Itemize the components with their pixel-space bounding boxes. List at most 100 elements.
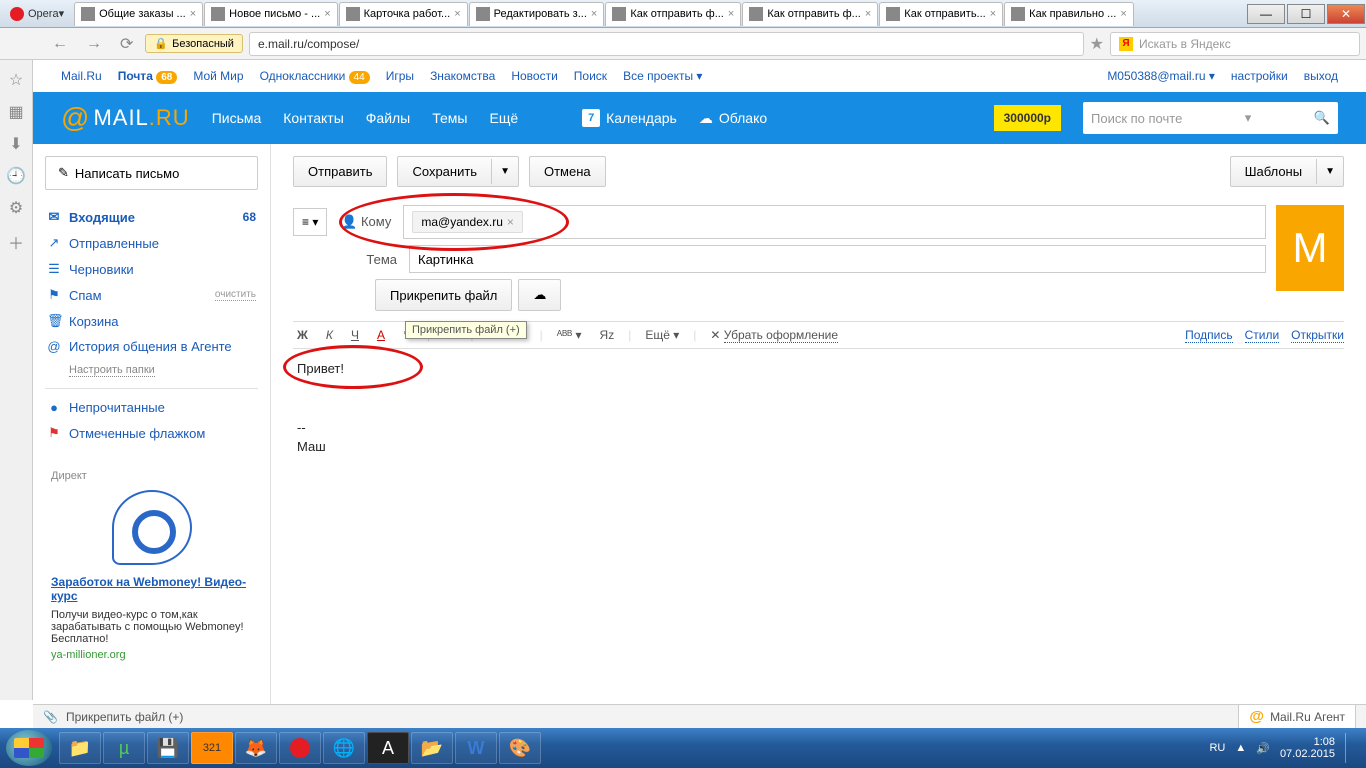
save-button[interactable]: Сохранить▼ [397, 156, 519, 187]
star-icon[interactable]: ☆ [9, 70, 23, 90]
tb-chrome[interactable]: 🌐 [323, 732, 365, 764]
money-button[interactable]: 300000р [994, 105, 1061, 131]
toplink[interactable]: Знакомства [430, 69, 495, 83]
download-icon[interactable]: ⬇ [9, 134, 22, 154]
italic-button[interactable]: К [322, 326, 337, 344]
start-button[interactable] [6, 730, 52, 766]
folder-item[interactable]: ↗Отправленные [45, 230, 258, 256]
browser-tab[interactable]: Общие заказы ...× [74, 2, 203, 26]
mail-search[interactable]: Поиск по почте ▾ 🔍 [1083, 102, 1338, 134]
header-nav-item[interactable]: Ещё [490, 110, 519, 126]
header-nav-item[interactable]: Контакты [283, 110, 343, 126]
tb-mpc[interactable]: 321 [191, 732, 233, 764]
folder-item[interactable]: @История общения в Агенте [45, 334, 258, 359]
compose-button[interactable]: ✎ Написать письмо [45, 156, 258, 190]
toplink[interactable]: Поиск [574, 69, 607, 83]
attach-status-text[interactable]: Прикрепить файл (+) [66, 710, 183, 724]
attach-cloud-button[interactable]: ☁ [518, 279, 561, 311]
translit-button[interactable]: Яz [596, 326, 619, 344]
cancel-button[interactable]: Отмена [529, 156, 606, 187]
tb-word[interactable]: W [455, 732, 497, 764]
cleanup-link[interactable]: очистить [215, 289, 256, 301]
nav-back[interactable]: ← [46, 35, 74, 53]
chip-remove-icon[interactable]: × [507, 215, 514, 229]
tab-close-icon[interactable]: × [990, 8, 996, 20]
grid-icon[interactable]: ▦ [8, 102, 23, 122]
tray-flag-icon[interactable]: ▲ [1235, 742, 1246, 754]
tab-close-icon[interactable]: × [591, 8, 597, 20]
spellcheck-button[interactable]: ᴬᴮᴮ ▾ [553, 326, 586, 344]
folder-item[interactable]: ✉Входящие68 [45, 204, 258, 230]
cloud-link[interactable]: ☁ Облако [699, 110, 767, 127]
tb-opera[interactable] [279, 732, 321, 764]
mailru-logo[interactable]: @MAIL.RU [61, 102, 190, 134]
account-email[interactable]: M050388@mail.ru ▾ [1107, 69, 1215, 83]
gear-icon[interactable]: ⚙ [9, 198, 23, 218]
header-nav-item[interactable]: Темы [432, 110, 467, 126]
browser-menu[interactable]: Opera ▾ [0, 5, 74, 23]
to-field[interactable]: ma@yandex.ru× [403, 205, 1266, 239]
text-color-button[interactable]: А [373, 326, 389, 344]
remove-format-button[interactable]: ✕ Убрать оформление [706, 326, 842, 344]
nav-forward[interactable]: → [80, 35, 108, 53]
toplink[interactable]: Игры [386, 69, 414, 83]
attach-icon[interactable]: 📎 [43, 710, 58, 724]
ad-title[interactable]: Заработок на Webmoney! Видео-курс [51, 575, 252, 603]
window-maximize[interactable]: ☐ [1287, 4, 1325, 24]
folder-extra[interactable]: ⚑Отмеченные флажком [45, 420, 258, 446]
tb-explorer[interactable]: 📁 [59, 732, 101, 764]
browser-tab[interactable]: Как отправить ф...× [605, 2, 741, 26]
folder-item[interactable]: ⚑Спамочистить [45, 282, 258, 308]
options-dropdown[interactable]: ≡ ▾ [293, 208, 327, 236]
toplink[interactable]: Все проекты ▾ [623, 69, 702, 83]
tray-clock[interactable]: 1:08 07.02.2015 [1280, 736, 1335, 760]
mailru-agent-badge[interactable]: @Mail.Ru Агент [1238, 704, 1356, 729]
browser-tab[interactable]: Как отправить...× [879, 2, 1003, 26]
tray-lang[interactable]: RU [1209, 742, 1225, 754]
cards-link[interactable]: Открытки [1291, 328, 1344, 343]
tray-volume-icon[interactable]: 🔊 [1256, 742, 1270, 755]
subject-field[interactable] [409, 245, 1266, 273]
configure-folders[interactable]: Настроить папки [69, 364, 155, 377]
styles-link[interactable]: Стили [1245, 328, 1280, 343]
add-icon[interactable]: ＋ [8, 230, 24, 254]
browser-tab[interactable]: Как правильно ...× [1004, 2, 1134, 26]
toplink[interactable]: Почта 68 [118, 69, 178, 83]
header-nav-item[interactable]: Письма [212, 110, 262, 126]
send-button[interactable]: Отправить [293, 156, 387, 187]
url-input[interactable]: e.mail.ru/compose/ [249, 32, 1084, 56]
folder-extra[interactable]: ●Непрочитанные [45, 395, 258, 420]
logout-link[interactable]: выход [1304, 69, 1338, 83]
toplink[interactable]: Одноклассники 44 [260, 69, 370, 83]
tab-close-icon[interactable]: × [728, 8, 734, 20]
templates-button[interactable]: Шаблоны▼ [1230, 156, 1344, 187]
browser-tab[interactable]: Новое письмо - ...× [204, 2, 337, 26]
window-close[interactable]: ✕ [1327, 4, 1365, 24]
folder-item[interactable]: 🗑Корзина [45, 308, 258, 334]
signature-link[interactable]: Подпись [1185, 328, 1233, 343]
tb-folder[interactable]: 📂 [411, 732, 453, 764]
header-nav-item[interactable]: Файлы [366, 110, 410, 126]
tb-firefox[interactable]: 🦊 [235, 732, 277, 764]
more-format-button[interactable]: Ещё ▾ [641, 326, 683, 344]
tb-utorrent[interactable]: µ [103, 732, 145, 764]
window-minimize[interactable]: — [1247, 4, 1285, 24]
nav-reload[interactable]: ⟳ [114, 34, 139, 54]
tab-close-icon[interactable]: × [190, 8, 196, 20]
underline-button[interactable]: Ч [347, 326, 363, 344]
tb-save[interactable]: 💾 [147, 732, 189, 764]
bold-button[interactable]: Ж [293, 326, 312, 344]
tb-letter-a[interactable]: A [367, 732, 409, 764]
tab-close-icon[interactable]: × [454, 8, 460, 20]
tab-close-icon[interactable]: × [1120, 8, 1126, 20]
browser-tab[interactable]: Редактировать з...× [469, 2, 605, 26]
ad-block[interactable]: Директ Заработок на Webmoney! Видео-курс… [45, 464, 258, 667]
toplink[interactable]: Мой Мир [193, 69, 243, 83]
history-icon[interactable]: 🕘 [6, 166, 26, 186]
toplink[interactable]: Новости [511, 69, 557, 83]
browser-tab[interactable]: Как отправить ф...× [742, 2, 878, 26]
browser-search[interactable]: Я Искать в Яндекс [1110, 32, 1360, 56]
tab-close-icon[interactable]: × [865, 8, 871, 20]
toplink[interactable]: Mail.Ru [61, 69, 102, 83]
attach-button[interactable]: Прикрепить файл [375, 279, 512, 311]
